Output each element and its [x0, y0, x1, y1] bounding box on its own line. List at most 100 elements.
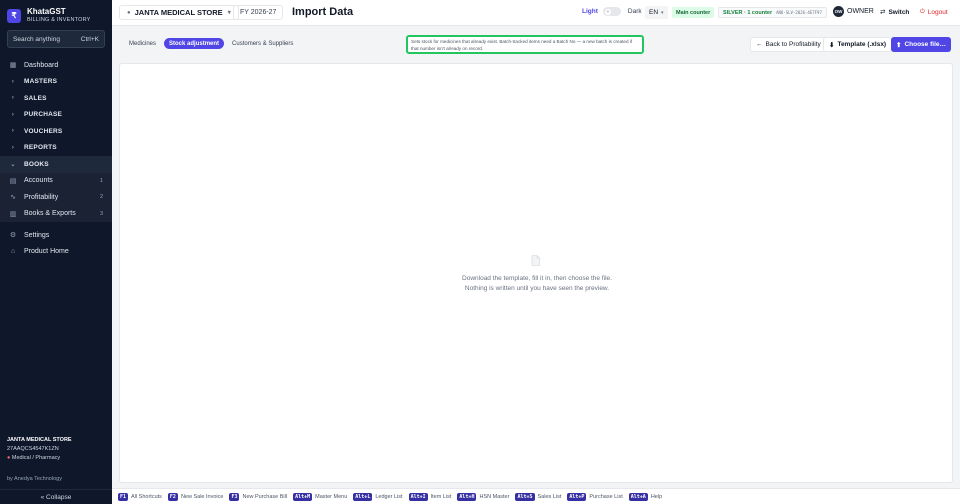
theme-toggle[interactable]: ☀ [602, 7, 621, 16]
user-role: OWNER [847, 8, 874, 15]
chevron-down-icon: ▾ [227, 10, 231, 16]
sidebar-item-accounts[interactable]: ▤ Accounts 1 [0, 172, 112, 189]
sidebar-section-label: VOUCHERS [24, 127, 63, 135]
shortcut-key: F2 [167, 492, 178, 501]
download-template-button[interactable]: ⬇ Template (.xlsx) [823, 37, 893, 52]
store-selector[interactable]: ● JANTA MEDICAL STORE ▾ [119, 5, 239, 20]
brand-name: KhataGST [27, 7, 66, 16]
sidebar-section-books[interactable]: ⌄ BOOKS [0, 156, 112, 173]
shortcut-key: Alt+H [457, 492, 477, 501]
sidebar-item-product-home[interactable]: ⌂ Product Home [0, 244, 112, 261]
shortcut-key: F1 [118, 492, 129, 501]
switch-button[interactable]: ⇄ Switch [877, 6, 912, 18]
theme-light-label: Light [582, 8, 598, 15]
shortcut-purchase-list[interactable]: Alt+P Purchase List [567, 492, 623, 501]
sidebar-section-label: SALES [24, 94, 47, 102]
sidebar-item-count: 3 [99, 210, 103, 217]
shortcut-key: F3 [229, 492, 240, 501]
upload-icon: ⬆ [896, 41, 902, 49]
shortcut-key: Alt+L [353, 492, 373, 501]
user-menu[interactable]: OW OWNER [833, 6, 874, 17]
shortcut-hsn-master[interactable]: Alt+H HSN Master [457, 492, 510, 501]
import-type-tabs: Medicines Stock adjustment Customers & S… [124, 38, 301, 49]
logout-button[interactable]: ⏻ Logout [917, 6, 951, 18]
chevron-down-icon: ▾ [661, 9, 664, 16]
fy-selector[interactable]: FY 2026-27 [233, 5, 284, 20]
back-to-profitability-button[interactable]: ← Back to Profitability [750, 37, 827, 52]
template-button-label: Template (.xlsx) [837, 41, 887, 48]
brand[interactable]: ₹ KhataGST BILLING & INVENTORY [7, 7, 91, 24]
document-icon [531, 255, 540, 266]
shortcut-label: All Shortcuts [131, 493, 162, 500]
search-shortcut: Ctrl+K [80, 35, 99, 43]
tab-medicines[interactable]: Medicines [124, 38, 161, 49]
sidebar-item-settings[interactable]: ⚙ Settings [0, 227, 112, 244]
import-info-note: Sets stock for medicines that already ex… [406, 35, 644, 54]
empty-state-line-2: Nothing is written until you have seen t… [464, 285, 610, 292]
tab-customers-suppliers[interactable]: Customers & Suppliers [227, 38, 298, 49]
import-preview-panel: Download the template, fill it in, then … [119, 63, 953, 483]
language-selector[interactable]: EN ▾ [645, 6, 668, 19]
shortcut-help[interactable]: Alt+A Help [628, 492, 663, 501]
trend-icon: ∿ [10, 194, 16, 202]
sidebar: ₹ KhataGST BILLING & INVENTORY Search an… [0, 0, 112, 504]
sidebar-item-label: Accounts [24, 177, 53, 185]
shortcut-ledger-list[interactable]: Alt+L Ledger List [353, 492, 403, 501]
sidebar-section-reports[interactable]: › REPORTS [0, 140, 112, 157]
shortcut-label: HSN Master [479, 493, 510, 500]
shortcut-key: Alt+S [515, 492, 535, 501]
shortcut-new-sale-invoice[interactable]: F2 New Sale Invoice [167, 492, 224, 501]
ledger-icon: ▤ [9, 177, 17, 185]
sidebar-section-purchase[interactable]: › PURCHASE [0, 107, 112, 124]
shortcut-label: New Sale Invoice [180, 493, 224, 500]
shortcut-label: Purchase List [589, 493, 623, 500]
back-button-label: Back to Profitability [765, 41, 821, 48]
sidebar-item-profitability[interactable]: ∿ Profitability 2 [0, 189, 112, 206]
switch-button-label: Switch [888, 8, 910, 16]
collapse-sidebar-button[interactable]: « Collapse [0, 489, 112, 504]
shortcut-key: Alt+I [408, 492, 428, 501]
download-icon: ⬇ [829, 41, 835, 49]
shortcut-bar: F1 All Shortcuts F2 New Sale Invoice F3 New… [112, 488, 960, 504]
sidebar-item-dashboard[interactable]: ▦ Dashboard [0, 57, 112, 74]
shortcut-label: New Purchase Bill [242, 493, 288, 500]
shortcut-master-menu[interactable]: Alt+M Master Menu [293, 492, 347, 501]
store-info-name: JANTA MEDICAL STORE [7, 437, 72, 443]
shortcut-item-list[interactable]: Alt+I Item List [408, 492, 452, 501]
sidebar-section-sales[interactable]: › SALES [0, 90, 112, 107]
shortcut-label: Help [650, 493, 663, 500]
sidebar-section-masters[interactable]: › MASTERS [0, 74, 112, 91]
topbar: ● JANTA MEDICAL STORE ▾ FY 2026-27 Impor… [112, 0, 960, 26]
chevron-right-icon: › [11, 111, 15, 118]
gear-icon: ⚙ [9, 232, 17, 240]
grid-icon: ▦ [9, 62, 17, 70]
sidebar-item-count: 1 [99, 177, 103, 184]
sidebar-section-vouchers[interactable]: › VOUCHERS [0, 123, 112, 140]
pill-icon: ● [7, 455, 11, 461]
search-input[interactable]: Search anything Ctrl+K [7, 30, 105, 48]
choose-file-button[interactable]: ⬆ Choose file… [891, 37, 951, 52]
search-placeholder: Search anything [13, 35, 60, 43]
book-icon: ▥ [9, 210, 17, 218]
sidebar-item-count: 2 [99, 194, 103, 201]
sidebar-item-label: Profitability [24, 193, 59, 201]
sidebar-section-label: MASTERS [24, 78, 58, 86]
shortcut-key: Alt+A [628, 492, 648, 501]
theme-switch[interactable]: Light ☀ Dark [582, 7, 642, 16]
shortcut-all-shortcuts[interactable]: F1 All Shortcuts [118, 492, 162, 501]
shortcut-new-purchase-bill[interactable]: F3 New Purchase Bill [229, 492, 288, 501]
shortcut-label: Ledger List [375, 493, 403, 500]
avatar: OW [833, 6, 844, 17]
vendor-credit: by Anedya Technology [7, 476, 62, 482]
dot-icon: ● [127, 9, 131, 16]
choose-button-label: Choose file… [904, 41, 946, 48]
license-key: ANO-SLV-2026-4E7F97 [776, 10, 822, 15]
license-tier: SILVER · 1 counter [723, 9, 773, 16]
shortcut-label: Item List [430, 493, 452, 500]
sidebar-item-books-exports[interactable]: ▥ Books & Exports 3 [0, 205, 112, 222]
tab-stock-adjustment[interactable]: Stock adjustment [164, 38, 225, 49]
sidebar-item-label: Product Home [24, 248, 69, 256]
arrow-left-icon: ← [756, 41, 763, 48]
home-icon: ⌂ [10, 248, 16, 256]
shortcut-sales-list[interactable]: Alt+S Sales List [515, 492, 561, 501]
